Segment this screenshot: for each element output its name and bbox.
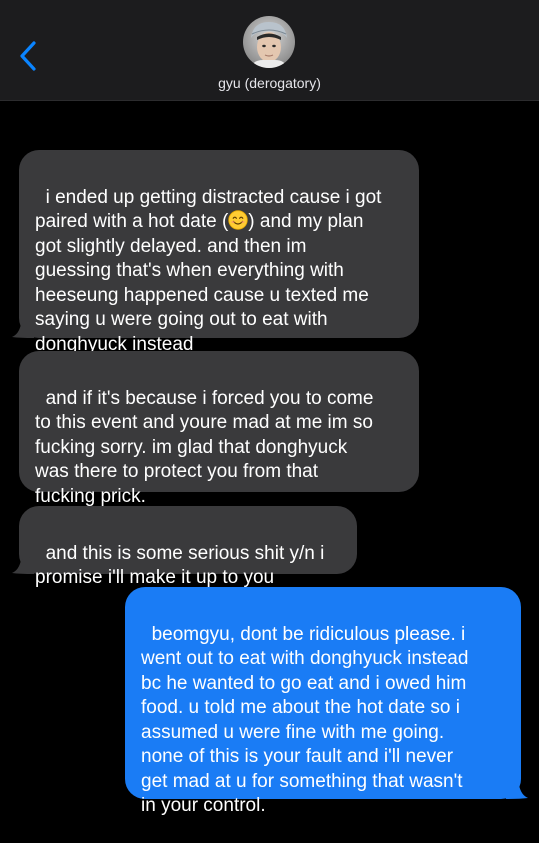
message-bubble-received-2[interactable]: and if it's because i forced you to come… — [19, 351, 419, 507]
avatar-photo — [243, 16, 295, 68]
message-text-part: ) and my plan got slightly delayed. and … — [35, 211, 369, 355]
message-bubble-received-3[interactable]: and this is some serious shit y/n i prom… — [12, 506, 357, 588]
message-text: and this is some serious shit y/n i prom… — [35, 542, 325, 589]
chevron-left-icon — [20, 41, 36, 71]
message-text: beomgyu, dont be ridiculous please. i we… — [141, 623, 469, 817]
contact-avatar[interactable] — [243, 16, 295, 68]
bubble-tail — [12, 320, 34, 338]
conversation-header: gyu (derogatory) — [0, 0, 539, 101]
bubble-tail — [12, 556, 34, 574]
message-text: and if it's because i forced you to come… — [35, 387, 374, 507]
smiling-face-emoji-icon — [228, 210, 248, 230]
bubble-tail — [506, 781, 528, 799]
message-bubble-sent-1[interactable]: beomgyu, dont be ridiculous please. i we… — [125, 587, 528, 816]
back-button[interactable] — [14, 38, 44, 74]
message-bubble-received-1[interactable]: i ended up getting distracted cause i go… — [12, 150, 419, 355]
contact-name[interactable]: gyu (derogatory) — [0, 75, 539, 91]
